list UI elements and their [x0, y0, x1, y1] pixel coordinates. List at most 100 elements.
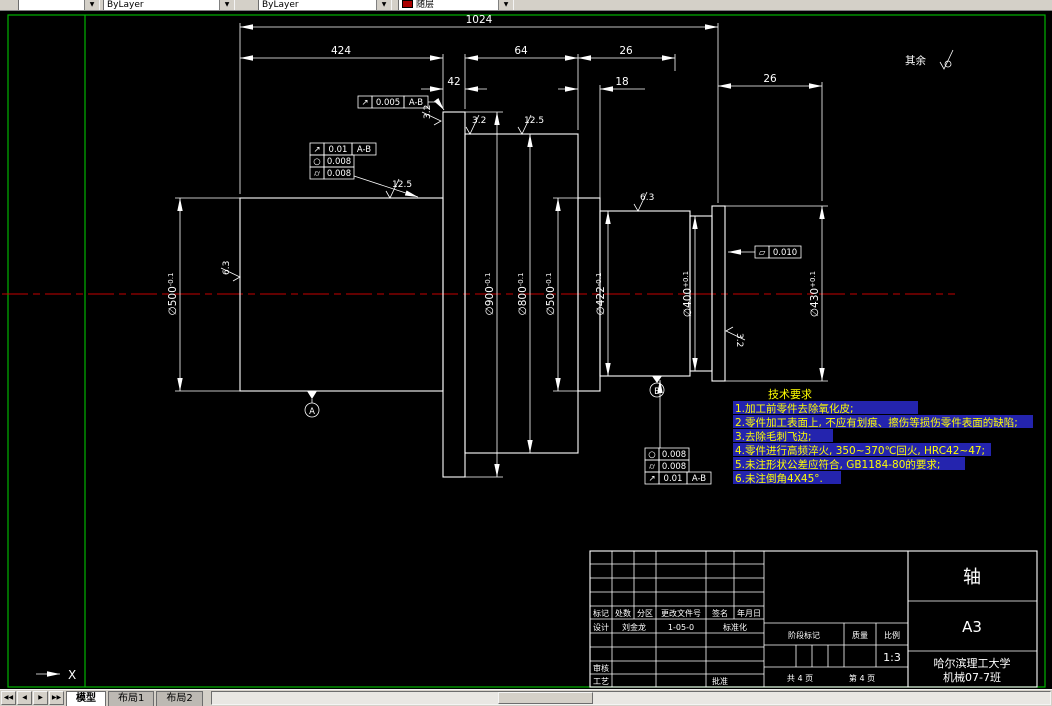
properties-toolbar: ▼ ByLayer ▼ ByLayer ▼ 随层 ▼ — [0, 0, 1052, 11]
tech-req-item: 2.零件加工表面上, 不应有划痕、擦伤等损伤零件表面的缺陷; — [735, 416, 1018, 429]
school-name: 哈尔滨理工大学 — [934, 656, 1011, 670]
svg-text:A-B: A-B — [357, 145, 371, 155]
dimension-26b: 26 — [718, 73, 823, 201]
tech-req-item: 1.加工前零件去除氧化皮; — [735, 402, 854, 415]
drawing-canvas[interactable]: 1024 424 64 26 42 18 26 ∅500-0.1 ∅900-0.… — [0, 11, 1052, 689]
rev-header: 年月日 — [737, 608, 761, 618]
svg-text:↗: ↗ — [313, 145, 320, 155]
svg-text:0.008: 0.008 — [662, 462, 686, 472]
rev-header: 标记 — [593, 608, 609, 618]
design-label: 设计 — [593, 622, 609, 632]
dimension-42: 42 — [421, 76, 487, 92]
color-combo-value: 随层 — [416, 0, 435, 10]
svg-text:A: A — [309, 407, 315, 417]
rev-header: 处数 — [615, 608, 631, 618]
dimension-dia400: ∅400+0.1 — [682, 216, 698, 371]
svg-text:其余: 其余 — [905, 54, 926, 67]
svg-text:▱: ▱ — [759, 248, 766, 258]
tech-req-item: 6.未注倒角4X45°. — [735, 472, 823, 485]
page-number: 第 4 页 — [849, 673, 875, 683]
tech-req-item: 3.去除毛刺飞边; — [735, 430, 812, 443]
design-date: 1-05-0 — [668, 623, 694, 632]
weight-label: 质量 — [852, 630, 868, 640]
tab-nav-last-icon[interactable]: ▶▶ — [49, 691, 64, 705]
svg-text:26: 26 — [619, 45, 633, 57]
linetype-combo-value: ByLayer — [107, 0, 144, 10]
dimension-dia900: ∅900-0.1 — [465, 111, 503, 478]
svg-text:0.008: 0.008 — [662, 450, 686, 460]
color-swatch-icon — [402, 0, 413, 8]
color-combo[interactable]: 随层 ▼ — [398, 0, 514, 10]
dimension-26a: 26 — [578, 45, 676, 71]
fcf-flatness-0010: ▱ 0.010 — [728, 245, 802, 259]
layer-combo-arrow-icon[interactable]: ▼ — [84, 0, 99, 10]
svg-text:∅500-0.1: ∅500-0.1 — [545, 273, 557, 316]
roughness-symbol-icon — [939, 49, 954, 70]
tab-nav-next-icon[interactable]: ▶ — [33, 691, 48, 705]
layer-combo[interactable]: ▼ — [18, 0, 100, 10]
tech-req-item: 5.未注形状公差应符合, GB1184-80的要求; — [735, 458, 940, 471]
dimension-dia800: ∅800-0.1 — [517, 134, 533, 453]
svg-text:26: 26 — [763, 73, 777, 85]
svg-text:0.005: 0.005 — [376, 98, 400, 108]
svg-text:0.01: 0.01 — [664, 474, 683, 484]
dimension-18: 18 — [558, 76, 645, 207]
color-combo-arrow-icon[interactable]: ▼ — [498, 0, 513, 10]
svg-text:18: 18 — [615, 76, 628, 88]
horizontal-scrollbar[interactable] — [210, 691, 1051, 705]
horizontal-scrollbar-thumb[interactable] — [497, 692, 593, 704]
part-name: 轴 — [963, 567, 981, 588]
roughness-6-3-a: 6.3 — [220, 261, 241, 282]
svg-text:∅500-0.1: ∅500-0.1 — [167, 273, 179, 316]
tab-nav-prev-icon[interactable]: ◀ — [17, 691, 32, 705]
svg-text:↗: ↗ — [648, 474, 655, 484]
roughness-12-5-b: 12.5 — [385, 178, 412, 199]
stage-label: 阶段标记 — [788, 630, 820, 640]
tech-req-title: 技术要求 — [768, 388, 812, 401]
svg-text:64: 64 — [514, 45, 528, 57]
roughness-6-3-b: 6.3 — [633, 191, 654, 212]
svg-text:12.5: 12.5 — [524, 116, 544, 126]
rev-header: 分区 — [637, 609, 653, 618]
svg-text:42: 42 — [447, 76, 460, 88]
pages-total: 共 4 页 — [787, 674, 813, 683]
ucs-icon: X — [36, 668, 76, 682]
svg-text:∅430+0.1: ∅430+0.1 — [809, 271, 821, 317]
linetype-combo[interactable]: ByLayer ▼ — [103, 0, 235, 10]
datum-a: A — [304, 391, 320, 418]
roughness-3-2-a: 3.2 — [421, 105, 442, 126]
sheet-size: A3 — [962, 618, 982, 636]
linetype-combo-arrow-icon[interactable]: ▼ — [219, 0, 234, 10]
svg-text:3.2: 3.2 — [423, 105, 433, 119]
datum-b: B — [649, 376, 665, 398]
svg-text:⌭: ⌭ — [314, 169, 321, 179]
dimension-1024: 1024 — [239, 14, 719, 203]
svg-text:∅400+0.1: ∅400+0.1 — [682, 271, 694, 317]
roughness-12-5-a: 12.5 — [517, 114, 544, 135]
svg-text:X: X — [68, 668, 76, 682]
svg-text:○: ○ — [648, 450, 655, 460]
general-roughness-note: 其余 — [905, 49, 954, 70]
svg-text:1024: 1024 — [466, 14, 493, 26]
tab-nav-first-icon[interactable]: ◀◀ — [1, 691, 16, 705]
title-block: 轴 A3 哈尔滨理工大学 机械07-7班 标记 处数 分区 更改文件号 签名 年… — [589, 550, 1038, 688]
approve-label: 批准 — [712, 676, 728, 686]
scale-value: 1:3 — [883, 651, 901, 664]
svg-text:424: 424 — [331, 45, 351, 57]
tech-req-item: 4.零件进行高频淬火, 350~370℃回火, HRC42~47; — [735, 444, 985, 457]
roughness-3-2-c: 3.2 — [725, 326, 746, 347]
svg-text:B: B — [654, 387, 660, 397]
svg-text:↗: ↗ — [361, 98, 368, 108]
cad-drawing: 1024 424 64 26 42 18 26 ∅500-0.1 ∅900-0.… — [2, 14, 1046, 688]
check-label: 审核 — [593, 663, 609, 673]
svg-text:∅422-0.1: ∅422-0.1 — [595, 273, 607, 316]
svg-text:6.3: 6.3 — [222, 261, 232, 275]
rev-header: 签名 — [712, 608, 728, 618]
designer-name: 刘金龙 — [622, 622, 646, 632]
svg-text:3.2: 3.2 — [734, 333, 744, 347]
dimension-dia422: ∅422-0.1 — [595, 211, 611, 376]
lineweight-combo-arrow-icon[interactable]: ▼ — [376, 0, 391, 10]
layout-tabbar: ◀◀ ◀ ▶ ▶▶ 模型 布局1 布局2 — [0, 689, 1052, 706]
class-name: 机械07-7班 — [943, 670, 1001, 684]
lineweight-combo[interactable]: ByLayer ▼ — [258, 0, 392, 10]
